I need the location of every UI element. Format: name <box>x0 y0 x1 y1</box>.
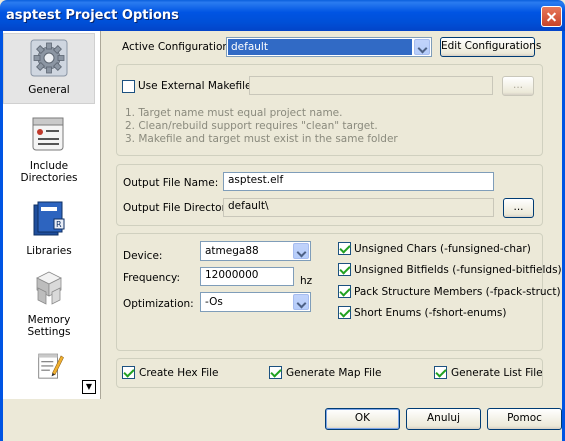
generate-map-file-checkbox[interactable] <box>269 366 282 379</box>
unsigned-chars-checkbox[interactable] <box>338 242 351 255</box>
notepad-pencil-icon <box>38 353 64 379</box>
optimization-label: Optimization: <box>123 298 194 310</box>
sidebar-item-label: General <box>28 84 70 96</box>
help-button[interactable]: Pomoc <box>487 408 562 430</box>
chevron-down-icon[interactable] <box>293 243 309 259</box>
device-value: atmega88 <box>205 245 259 257</box>
optimization-select[interactable]: -Os <box>200 292 311 312</box>
device-group: Device: atmega88 Frequency: 12000000 hz … <box>116 233 562 351</box>
sidebar-item-memory-settings[interactable]: Memory Settings <box>3 268 95 338</box>
edit-configurations-button[interactable]: Edit Configurations <box>440 37 541 57</box>
window-title: asptest Project Options <box>6 8 179 23</box>
gear-icon <box>30 39 68 77</box>
makefile-path-input[interactable] <box>249 76 493 95</box>
ok-button[interactable]: OK <box>325 408 400 430</box>
chevron-down-icon[interactable] <box>293 294 309 310</box>
active-configuration-label: Active Configuration <box>122 41 230 53</box>
cancel-button[interactable]: Anuluj <box>406 408 481 430</box>
category-sidebar: General Include Directories R Libraries <box>3 31 101 399</box>
svg-text:R: R <box>56 220 62 229</box>
unsigned-chars-label: Unsigned Chars (-funsigned-char) <box>354 243 531 255</box>
unsigned-bitfields-label: Unsigned Bitfields (-funsigned-bitfields… <box>354 264 562 276</box>
generate-files-group: Create Hex File Generate Map File Genera… <box>116 358 543 388</box>
makefile-note-1: 1. Target name must equal project name. <box>125 107 343 119</box>
output-group: Output File Name: asptest.elf Output Fil… <box>116 164 543 226</box>
generate-list-file-label: Generate List File <box>451 367 543 379</box>
makefile-group: Use External Makefile ... 1. Target name… <box>116 64 543 156</box>
device-select[interactable]: atmega88 <box>200 241 311 261</box>
include-directories-icon <box>32 117 64 151</box>
generate-list-file-checkbox[interactable] <box>434 366 447 379</box>
frequency-input[interactable]: 12000000 <box>200 267 294 286</box>
active-configuration-value: default <box>228 39 412 55</box>
output-directory-browse-button[interactable]: ... <box>503 198 534 218</box>
use-external-makefile-label: Use External Makefile <box>138 80 252 92</box>
pack-structure-members-checkbox[interactable] <box>338 285 351 298</box>
short-enums-checkbox[interactable] <box>338 306 351 319</box>
generate-map-file-label: Generate Map File <box>286 367 382 379</box>
unsigned-bitfields-checkbox[interactable] <box>338 263 351 276</box>
output-file-name-label: Output File Name: <box>123 177 219 189</box>
sidebar-item-label: Memory Settings <box>27 314 71 338</box>
device-label: Device: <box>123 250 163 262</box>
output-file-directory-label: Output File Directory: <box>123 202 235 214</box>
sidebar-item-label: Include Directories <box>20 160 78 184</box>
pack-structure-members-label: Pack Structure Members (-fpack-struct) <box>354 286 561 298</box>
memory-blocks-icon <box>36 271 62 305</box>
frequency-unit-label: hz <box>300 275 313 287</box>
use-external-makefile-checkbox[interactable] <box>122 80 135 93</box>
active-configuration-select[interactable]: default <box>226 37 432 57</box>
sidebar-item-label: Libraries <box>26 245 72 257</box>
chevron-down-icon[interactable] <box>414 39 430 55</box>
sidebar-item-include-directories[interactable]: Include Directories <box>3 114 95 184</box>
sidebar-item-libraries[interactable]: R Libraries <box>3 199 95 257</box>
frequency-label: Frequency: <box>123 272 181 284</box>
title-bar: asptest Project Options <box>0 0 565 31</box>
create-hex-file-checkbox[interactable] <box>122 366 135 379</box>
makefile-note-3: 3. Makefile and target must exist in the… <box>125 133 398 145</box>
makefile-browse-button[interactable]: ... <box>502 76 534 96</box>
books-icon: R <box>33 201 65 236</box>
short-enums-label: Short Enums (-fshort-enums) <box>354 307 507 319</box>
output-file-directory-input[interactable]: default\ <box>223 198 494 217</box>
sidebar-item-general[interactable]: General <box>3 33 95 104</box>
optimization-value: -Os <box>205 296 223 308</box>
sidebar-scroll-down-button[interactable]: ▼ <box>82 380 96 394</box>
makefile-note-2: 2. Clean/rebuild support requires "clean… <box>125 120 378 132</box>
close-button[interactable] <box>541 6 562 27</box>
create-hex-file-label: Create Hex File <box>139 367 219 379</box>
output-file-name-input[interactable]: asptest.elf <box>223 172 494 191</box>
